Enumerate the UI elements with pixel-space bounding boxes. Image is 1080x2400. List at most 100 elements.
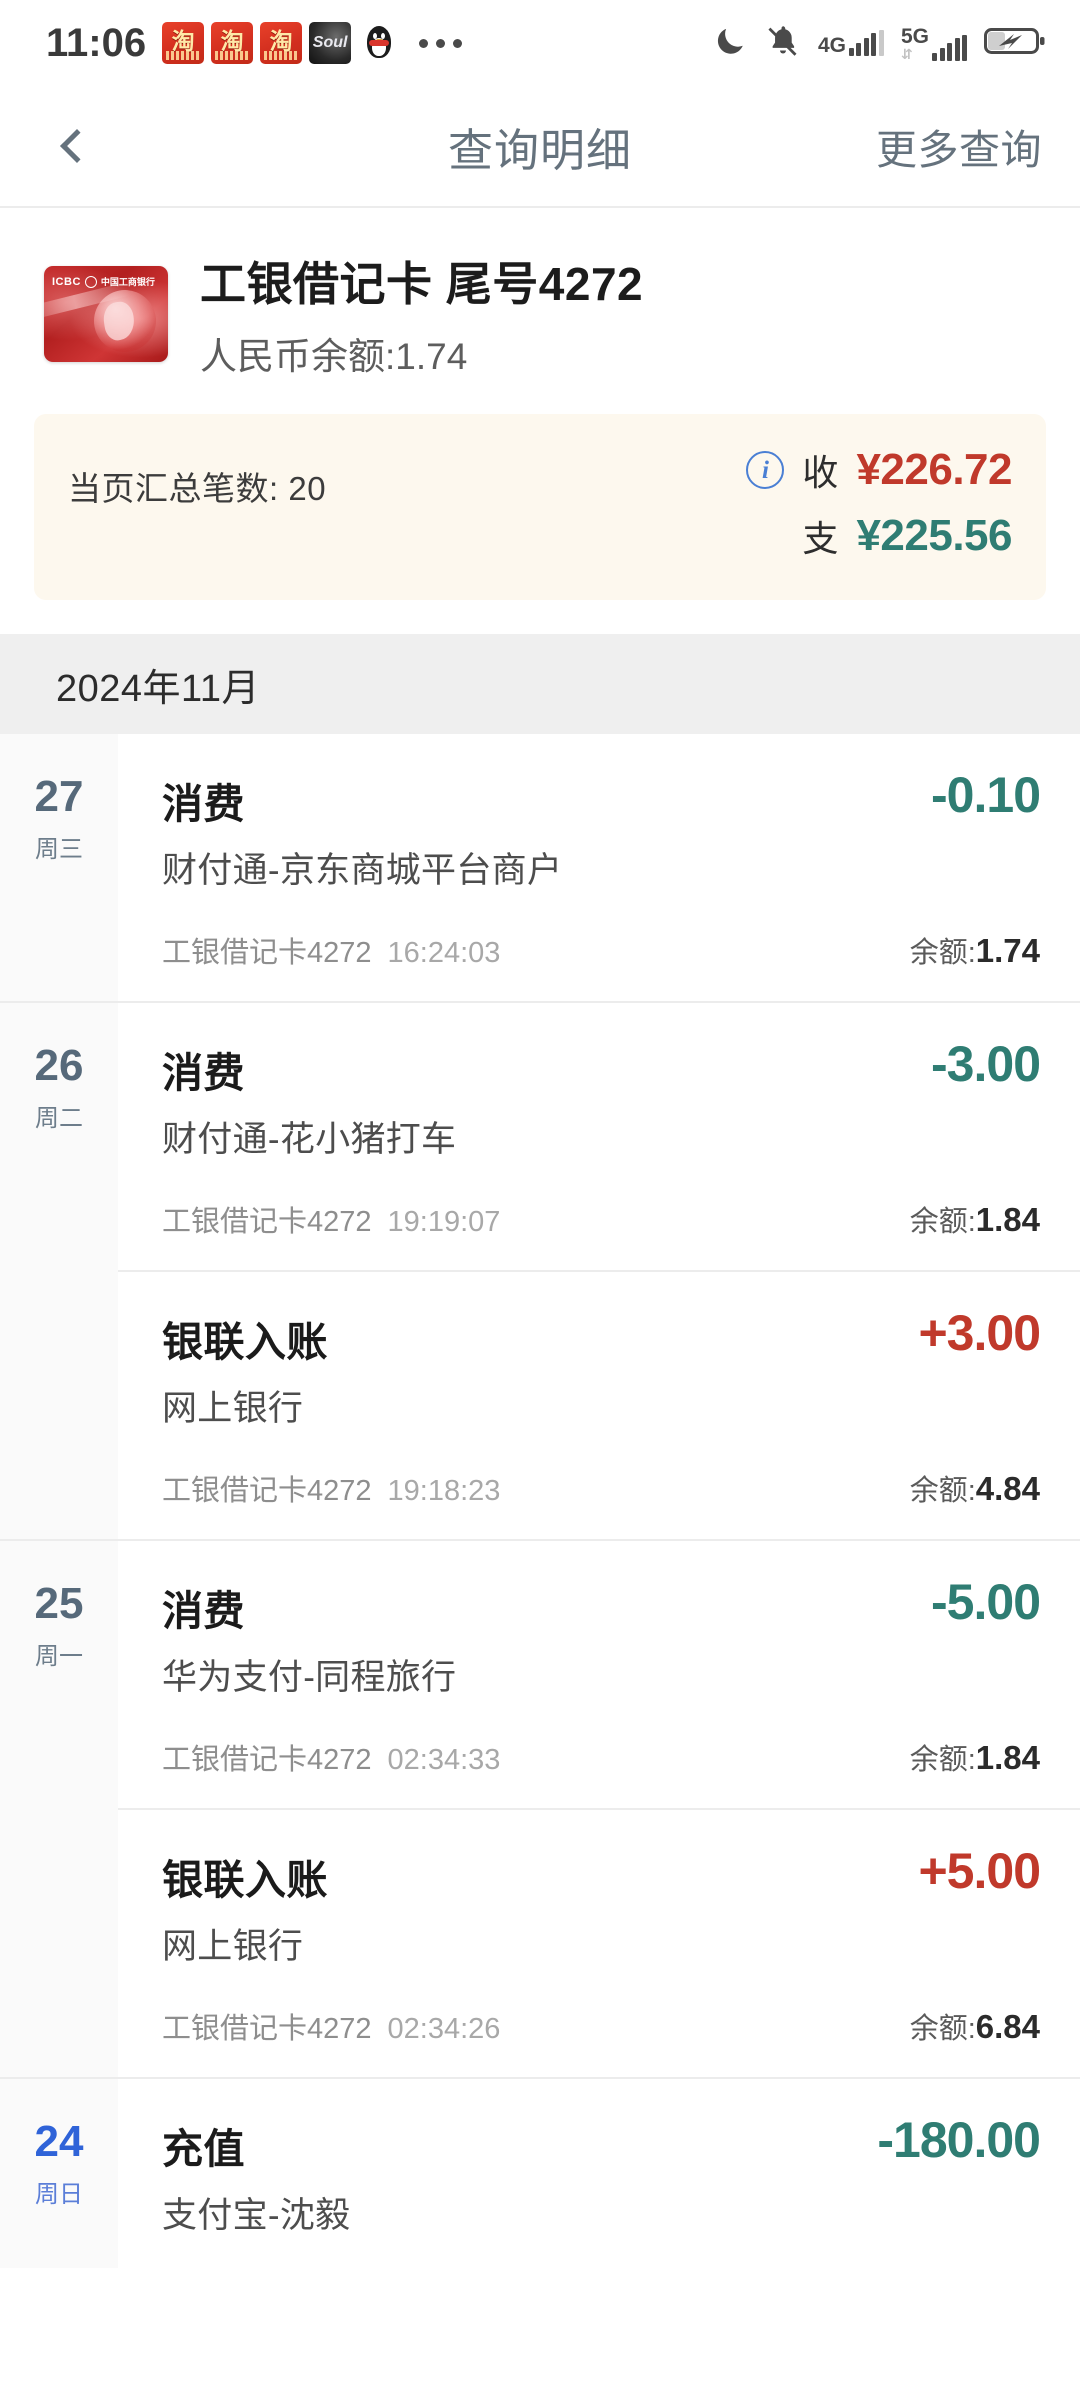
- transaction-date-group: 25 周一 消费 -5.00 华为支付-同程旅行 工银借记卡4272 02:34:33 余额:…: [0, 1539, 1080, 2077]
- transaction-bottom-line: 工银借记卡4272 02:34:26 余额: 6.84: [162, 2005, 1040, 2047]
- transaction-date-column: 25 周一: [0, 1541, 118, 2077]
- card-name: 工银借记卡 尾号4272: [200, 258, 644, 310]
- phone-screen: 11:06 淘 淘 淘 Soul 4G 5G ⇵ 查询明细 更多查询 ICBC …: [0, 0, 1080, 2400]
- signal-4g-label: 4G: [817, 34, 846, 57]
- transaction-description: 支付宝-沈毅: [162, 2196, 351, 2235]
- transaction-balance-label: 余额:: [909, 1206, 976, 1238]
- transaction-card-label: 工银借记卡4272: [162, 937, 372, 969]
- taobao-icon-banner: [166, 51, 201, 60]
- icbc-seal-icon: [84, 275, 97, 288]
- icbc-logo-en: ICBC: [52, 275, 81, 288]
- month-header: 2024年11月: [0, 634, 1080, 734]
- transaction-type: 消费: [162, 781, 245, 827]
- icbc-logo: ICBC 中国工商银行: [52, 275, 155, 288]
- transaction-amount: +3.00: [918, 1305, 1041, 1361]
- transaction-amount: -180.00: [877, 2112, 1041, 2168]
- signal-5g-icon: 5G ⇵: [901, 26, 967, 61]
- more-query-button[interactable]: 更多查询: [876, 116, 1042, 176]
- transaction-balance: 余额: 6.84: [910, 2005, 1040, 2047]
- soul-icon-label: Soul: [312, 34, 348, 51]
- summary-totals: i 收 ¥226.72 支 ¥225.56: [746, 444, 1012, 562]
- month-header-label: 2024年11月: [56, 667, 260, 710]
- transaction-time: 02:34:33: [387, 1744, 501, 1776]
- icbc-logo-cn: 中国工商银行: [100, 277, 155, 287]
- chevron-left-icon: [60, 129, 94, 163]
- summary-count: 当页汇总笔数: 20: [68, 470, 327, 507]
- transaction-date-column: 24 周日: [0, 2079, 118, 2268]
- transaction-day-number: 26: [34, 1041, 84, 1090]
- taobao-icon-glyph: 淘: [171, 27, 195, 54]
- page-summary-panel: 当页汇总笔数: 20 i 收 ¥226.72 支 ¥225.56: [34, 414, 1046, 600]
- status-bar-clock: 11:06: [46, 20, 147, 65]
- transaction-rows: 充值 -180.00 支付宝-沈毅: [118, 2079, 1080, 2268]
- taobao-icon-glyph: 淘: [220, 27, 244, 54]
- battery-charging-icon: [984, 25, 1046, 62]
- transaction-balance-value: 1.84: [975, 1201, 1040, 1238]
- transaction-row[interactable]: 消费 -5.00 华为支付-同程旅行 工银借记卡4272 02:34:33 余额: 1.84: [118, 1541, 1080, 1808]
- transaction-top-line: 银联入账 +5.00: [162, 1843, 1041, 1906]
- summary-expense-value: ¥225.56: [856, 511, 1012, 560]
- account-card-summary[interactable]: ICBC 中国工商银行 工银借记卡 尾号4272 人民币余额:1.74: [0, 208, 1080, 414]
- transaction-description: 网上银行: [162, 1927, 304, 1966]
- transaction-row[interactable]: 消费 -3.00 财付通-花小猪打车 工银借记卡4272 19:19:07 余额: 1.84: [118, 1003, 1080, 1270]
- qq-icon: [358, 22, 400, 64]
- transaction-type: 银联入账: [162, 1319, 328, 1365]
- transaction-amount: -5.00: [931, 1574, 1041, 1630]
- transaction-card-label: 工银借记卡4272: [162, 1206, 372, 1238]
- transaction-time: 16:24:03: [387, 937, 501, 969]
- transaction-balance-label: 余额:: [909, 937, 976, 969]
- transaction-type: 充值: [162, 2126, 245, 2172]
- transaction-date-group: 26 周二 消费 -3.00 财付通-花小猪打车 工银借记卡4272 19:19:07 余额:…: [0, 1001, 1080, 1539]
- transaction-date-group: 24 周日 充值 -180.00 支付宝-沈毅: [0, 2077, 1080, 2268]
- transaction-weekday: 周三: [35, 836, 83, 864]
- transaction-type: 消费: [162, 1588, 245, 1634]
- transaction-rows: 消费 -5.00 华为支付-同程旅行 工银借记卡4272 02:34:33 余额: 1.84…: [118, 1541, 1080, 2077]
- transaction-rows: 消费 -3.00 财付通-花小猪打车 工银借记卡4272 19:19:07 余额: 1.84…: [118, 1003, 1080, 1539]
- signal-4g-icon: 4G: [818, 30, 884, 56]
- signal-4g-bars: [848, 30, 884, 56]
- transaction-list: 27 周三 消费 -0.10 财付通-京东商城平台商户 工银借记卡4272 16:24:03…: [0, 734, 1080, 2268]
- transaction-weekday: 周一: [35, 1643, 83, 1671]
- more-notifications-icon: [419, 38, 463, 48]
- transaction-card-label: 工银借记卡4272: [162, 1744, 372, 1776]
- app-header: 查询明细 更多查询: [0, 86, 1080, 206]
- notification-icons: 淘 淘 淘 Soul: [162, 22, 463, 64]
- transaction-amount: -0.10: [931, 767, 1041, 823]
- bell-muted-icon: [765, 23, 801, 64]
- transaction-balance-value: 1.84: [975, 1739, 1040, 1776]
- transaction-description: 财付通-京东商城平台商户: [162, 851, 563, 890]
- summary-income-row: i 收 ¥226.72: [746, 444, 1012, 496]
- system-status-icons: 4G 5G ⇵: [712, 23, 1046, 64]
- transaction-balance-label: 余额:: [909, 1475, 976, 1507]
- transaction-row[interactable]: 充值 -180.00 支付宝-沈毅: [118, 2079, 1080, 2268]
- taobao-icon: 淘: [260, 22, 303, 64]
- transaction-date-group: 27 周三 消费 -0.10 财付通-京东商城平台商户工银借记卡4272 16:24:03…: [0, 734, 1080, 1001]
- bank-card-thumbnail: ICBC 中国工商银行: [44, 266, 168, 362]
- transaction-weekday: 周日: [35, 2181, 83, 2209]
- transaction-balance-label: 余额:: [909, 1744, 976, 1776]
- card-balance: 人民币余额:1.74: [200, 336, 468, 377]
- transaction-date-column: 27 周三: [0, 734, 118, 1001]
- transaction-day-number: 25: [34, 1579, 84, 1628]
- transaction-balance-value: 4.84: [975, 1470, 1040, 1507]
- transaction-amount: +5.00: [918, 1843, 1041, 1899]
- transaction-top-line: 银联入账 +3.00: [162, 1305, 1041, 1368]
- status-bar: 11:06 淘 淘 淘 Soul 4G 5G ⇵: [0, 0, 1080, 86]
- taobao-icon-banner: [215, 51, 250, 60]
- transaction-day-number: 27: [34, 772, 84, 821]
- transaction-bottom-line: 工银借记卡4272 19:18:23 余额: 4.84: [162, 1467, 1040, 1509]
- moon-icon: [712, 23, 748, 64]
- transaction-balance: 余额: 1.84: [910, 1198, 1040, 1240]
- transaction-balance: 余额: 1.84: [910, 1736, 1040, 1778]
- info-circle-icon[interactable]: i: [746, 451, 785, 489]
- taobao-icon: 淘: [162, 22, 205, 64]
- transaction-day-number: 24: [34, 2117, 84, 2166]
- transaction-card-label: 工银借记卡4272: [162, 2013, 372, 2045]
- transaction-date-column: 26 周二: [0, 1003, 118, 1539]
- transaction-row[interactable]: 银联入账 +5.00 网上银行工银借记卡4272 02:34:26 余额: 6.84: [118, 1808, 1080, 2077]
- transaction-row[interactable]: 消费 -0.10 财付通-京东商城平台商户 工银借记卡4272 16:24:03 余额: 1…: [118, 734, 1080, 1001]
- transaction-row[interactable]: 银联入账 +3.00 网上银行 工银借记卡4272 19:18:23 余额: 4.84: [118, 1270, 1080, 1539]
- transaction-type: 消费: [162, 1050, 245, 1096]
- back-button[interactable]: [38, 111, 108, 181]
- transaction-top-line: 消费 -3.00: [162, 1039, 1041, 1099]
